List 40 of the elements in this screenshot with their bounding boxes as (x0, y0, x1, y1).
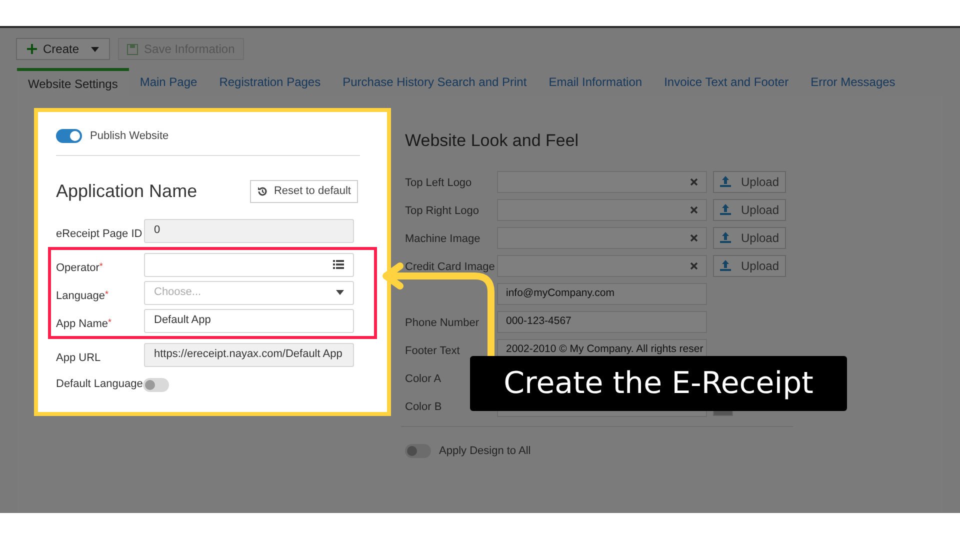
required-mark: * (99, 260, 103, 272)
input-field[interactable]: info@myCompany.com (497, 282, 707, 304)
tab[interactable]: Registration Pages (208, 68, 332, 96)
input-field[interactable]: Default App (144, 308, 354, 332)
field-label: Language (56, 289, 105, 304)
section-heading: Application Name (56, 180, 198, 203)
field-label: Color B (405, 400, 442, 412)
field-label: Operator (56, 261, 100, 276)
required-mark: * (104, 288, 108, 302)
field-label: App Name (56, 317, 108, 332)
tab[interactable]: Purchase History Search and Print (332, 68, 538, 96)
input-field[interactable]: 000-123-4567 (497, 310, 707, 332)
input-field[interactable]: https://ereceipt.nayax.com/Default App (144, 342, 354, 366)
tab[interactable]: Invoice Text and Footer (653, 68, 800, 96)
field-label: Footer Text (405, 344, 460, 356)
tab[interactable]: Main Page (128, 68, 208, 96)
upload-button[interactable]: Upload (713, 170, 786, 192)
tab[interactable]: Error Messages (800, 68, 906, 96)
field-label: Machine Image (405, 232, 480, 244)
upload-button[interactable]: Upload (713, 198, 786, 220)
caption-tooltip: Create the E-Receipt (470, 356, 847, 411)
create-button[interactable]: Create (16, 38, 110, 60)
language-select[interactable]: Choose... (144, 280, 354, 304)
section-heading: Website Look and Feel (405, 130, 580, 152)
field-label: Top Left Logo (405, 176, 472, 188)
toggle-label: Publish Website (90, 129, 169, 144)
field-label: Credit Card Image (405, 260, 495, 272)
input-field[interactable]: 0 (144, 218, 354, 242)
reset-button[interactable]: Reset to default (250, 180, 358, 202)
toggle-label: Default Language (56, 377, 143, 392)
field-label: Phone Number (405, 316, 479, 328)
tab[interactable]: Email Information (538, 68, 654, 96)
field-label: App URL (56, 351, 101, 366)
upload-button[interactable]: Upload (713, 254, 786, 276)
required-mark: * (108, 316, 112, 330)
upload-button[interactable]: Upload (713, 226, 786, 248)
toggle-label: Apply Design to All (439, 444, 531, 458)
field-label: Color A (405, 372, 442, 384)
field-label: Top Right Logo (405, 204, 479, 216)
field-label: eReceipt Page ID (56, 227, 142, 242)
